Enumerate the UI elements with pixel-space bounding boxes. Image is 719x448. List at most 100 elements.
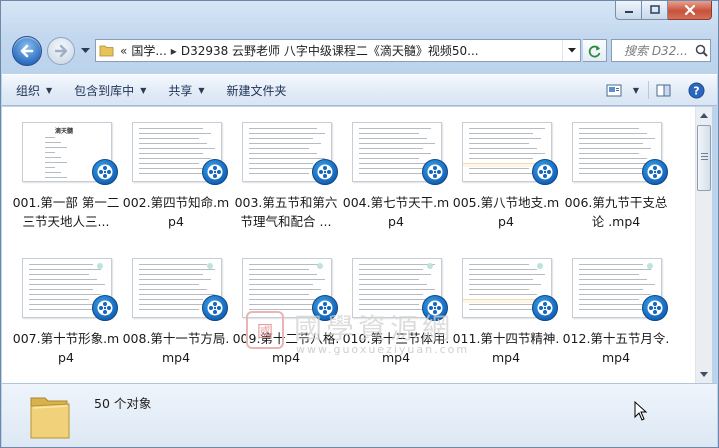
thumbnail-line: [45, 137, 55, 138]
file-item[interactable]: 011.第十四节精神.mp4: [451, 253, 561, 381]
file-item[interactable]: 006.第九节干支总论 .mp4: [561, 117, 671, 245]
address-overflow[interactable]: «: [116, 44, 131, 58]
thumbnail-line: [359, 143, 435, 144]
vertical-scrollbar[interactable]: [695, 107, 712, 383]
organize-menu[interactable]: 组织 ▼: [8, 78, 60, 102]
address-bar[interactable]: « 国学... ▸ D32938 云野老师 八字中级课程二《滴天髓》视频50..…: [95, 39, 581, 62]
file-list-view[interactable]: 滴天髓 001.第一部 第一二三节天地人三... 002.第四节知命.mp4 003.…: [2, 107, 695, 383]
thumbnail-line: [45, 162, 67, 163]
thumbnail-line: [469, 133, 533, 134]
file-item[interactable]: 012.第十五节月令.mp4: [561, 253, 671, 381]
media-player-icon: [642, 159, 668, 185]
thumbnail-line: [139, 309, 199, 310]
thumbnail-line: [139, 299, 203, 300]
help-button[interactable]: ?: [683, 79, 709, 101]
address-dropdown-button[interactable]: [562, 40, 580, 61]
chevron-down-icon: ▼: [632, 85, 640, 95]
scrollbar-thumb[interactable]: [697, 125, 711, 191]
maximize-button[interactable]: [642, 1, 668, 20]
breadcrumb-segment-guoxue[interactable]: 国学...: [131, 42, 166, 59]
thumbnail-line: [469, 168, 529, 169]
back-arrow-icon: [20, 44, 34, 58]
forward-arrow-icon: [54, 44, 68, 58]
preview-pane-button[interactable]: [649, 79, 677, 101]
search-box[interactable]: [611, 39, 711, 62]
scroll-up-button[interactable]: [696, 107, 712, 124]
close-button[interactable]: [668, 1, 712, 20]
thumbnail-line: [249, 143, 321, 144]
search-icon[interactable]: [692, 44, 710, 57]
share-label: 共享: [168, 83, 193, 98]
thumbnail-line: [469, 143, 529, 144]
thumbnail-line: [139, 158, 211, 159]
thumbnail-line: [249, 299, 317, 300]
file-grid: 滴天髓 001.第一部 第一二三节天地人三... 002.第四节知命.mp4 003.…: [2, 117, 695, 381]
thumbnail-line: [469, 284, 541, 285]
thumbnail-line: [579, 299, 639, 300]
thumbnail-line: [45, 177, 67, 178]
chevron-down-icon: [567, 48, 576, 53]
thumbnail-line: [469, 279, 533, 280]
file-name: 010.第十三节体用.mp4: [342, 331, 450, 365]
back-button[interactable]: [12, 36, 42, 66]
file-item[interactable]: 002.第四节知命.mp4: [121, 117, 231, 245]
thumbnail-line: [359, 299, 431, 300]
change-view-button[interactable]: [600, 79, 628, 101]
thumbnail-line: [29, 264, 93, 265]
forward-button[interactable]: [47, 37, 75, 65]
thumbnail-mark: [427, 263, 433, 269]
include-in-library-menu[interactable]: 包含到库中 ▼: [66, 78, 154, 102]
file-item[interactable]: 滴天髓 001.第一部 第一二三节天地人三...: [11, 117, 121, 245]
thumbnail-line: [249, 128, 317, 129]
file-name: 006.第九节干支总论 .mp4: [564, 195, 668, 229]
file-name: 002.第四节知命.mp4: [122, 195, 230, 229]
thumbnail-line: [249, 153, 317, 154]
refresh-button[interactable]: [583, 39, 607, 62]
thumbnail-line: [469, 294, 537, 295]
breadcrumb-segment-current[interactable]: D32938 云野老师 八字中级课程二《滴天髓》视频50...: [181, 42, 479, 59]
command-bar: 组织 ▼ 包含到库中 ▼ 共享 ▼ 新建文件夹 ▼ ?: [2, 74, 717, 106]
thumbnail-line: [469, 309, 541, 310]
new-folder-button[interactable]: 新建文件夹: [219, 78, 295, 102]
thumbnail-line: [249, 133, 325, 134]
file-name: 011.第十四节精神.mp4: [452, 331, 560, 365]
thumbnail-mark: [207, 263, 213, 269]
scroll-down-button[interactable]: [696, 366, 712, 383]
thumbnail-line: [359, 148, 423, 149]
file-item[interactable]: 007.第十节形象.mp4: [11, 253, 121, 381]
file-item[interactable]: 008.第十一节方局.mp4: [121, 253, 231, 381]
view-options-dropdown[interactable]: ▼: [628, 79, 642, 101]
thumbnail-line: [469, 173, 537, 174]
thumbnail-line: [139, 284, 199, 285]
thumbnail-line: [249, 138, 313, 139]
thumbnail-line: [359, 284, 427, 285]
thumbnail-line: [249, 284, 313, 285]
media-player-icon: [202, 295, 228, 321]
thumbnail-line: [139, 138, 199, 139]
thumbnail-line: [469, 274, 545, 275]
thumbnail-line: [249, 269, 309, 270]
media-player-icon: [532, 159, 558, 185]
thumbnail-line: [579, 158, 647, 159]
file-item[interactable]: 009.第十二节八格.mp4: [231, 253, 341, 381]
file-item[interactable]: 005.第八节地支.mp4: [451, 117, 561, 245]
thumbnail-line: [359, 274, 431, 275]
caption-buttons: [615, 1, 712, 20]
thumbnail-line: [359, 264, 435, 265]
thumbnail-line: [359, 294, 423, 295]
file-item[interactable]: 004.第七节天干.mp4: [341, 117, 451, 245]
thumbnail-line: [139, 294, 215, 295]
include-in-library-label: 包含到库中: [74, 83, 135, 98]
share-menu[interactable]: 共享 ▼: [160, 78, 212, 102]
folder-icon: [96, 40, 116, 61]
search-input[interactable]: [624, 43, 690, 58]
file-name: 007.第十节形象.mp4: [12, 331, 120, 365]
thumbnail-line: [579, 289, 643, 290]
file-item[interactable]: 003.第五节和第六节理气和配合 ...: [231, 117, 341, 245]
minimize-button[interactable]: [615, 1, 642, 20]
thumbnail-line: [579, 269, 651, 270]
breadcrumb-separator-icon[interactable]: ▸: [167, 44, 181, 58]
thumbnail-line: [139, 289, 207, 290]
file-item[interactable]: 010.第十三节体用.mp4: [341, 253, 451, 381]
recent-pages-button[interactable]: [79, 44, 91, 58]
